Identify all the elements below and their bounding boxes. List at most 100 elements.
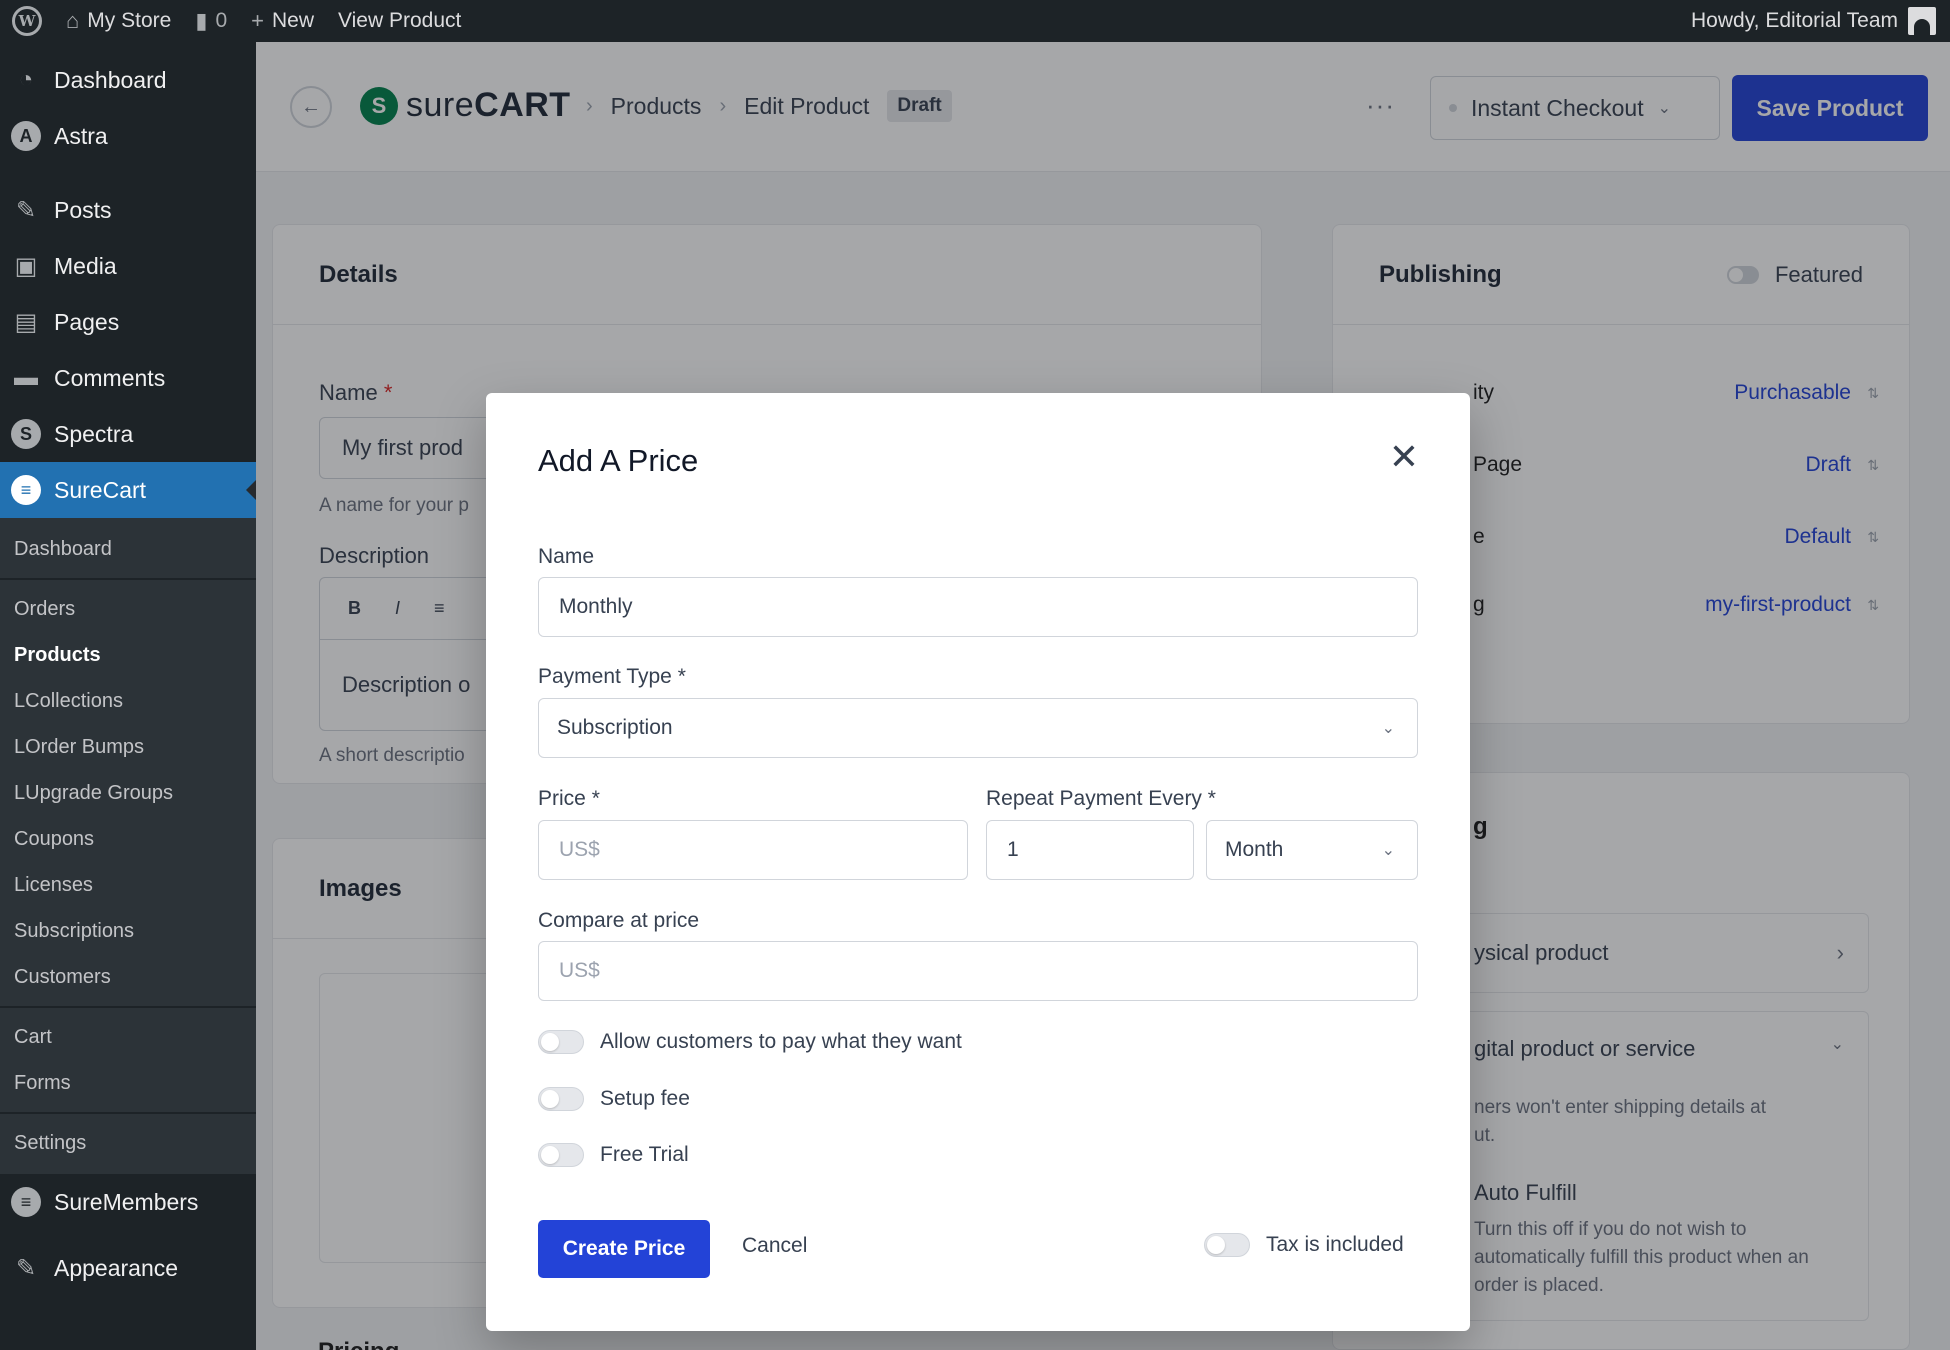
wordpress-icon: W [12,6,42,36]
submenu-coupons[interactable]: Coupons [0,816,256,862]
submenu-collections[interactable]: L Collections [0,678,256,724]
submenu-licenses[interactable]: Licenses [0,862,256,908]
dashboard-icon: ◔ [18,66,34,93]
sidebar-item-pages[interactable]: ▤ Pages [0,294,256,350]
comments-link[interactable]: ▮ 0 [183,0,239,42]
admin-sidebar: ◔ Dashboard A Astra ✎ Posts ▣ Media ▤ Pa… [0,42,256,1350]
site-name-link[interactable]: ⌂ My Store [54,0,183,42]
chevron-down-icon: ⌄ [1381,842,1395,859]
submenu-divider [0,1006,256,1008]
admin-bar: W ⌂ My Store ▮ 0 + New View Product Howd… [0,0,1950,42]
setup-fee-label: Setup fee [600,1087,690,1110]
submenu-customers[interactable]: Customers [0,954,256,1000]
submenu-dashboard[interactable]: Dashboard [0,526,256,572]
price-input[interactable]: US$ [538,820,968,880]
sidebar-item-comments[interactable]: ▬ Comments [0,350,256,406]
repeat-payment-label: Repeat Payment Every * [986,787,1216,811]
wp-logo-menu[interactable]: W [0,0,54,42]
spectra-icon: S [10,418,42,450]
submenu-forms[interactable]: Forms [0,1060,256,1106]
pay-what-you-want-label: Allow customers to pay what they want [600,1030,962,1053]
pin-icon: ✎ [15,196,37,224]
cancel-button[interactable]: Cancel [742,1234,807,1258]
astra-icon: A [10,120,42,152]
submenu-cart[interactable]: Cart [0,1014,256,1060]
avatar [1908,7,1936,35]
sidebar-item-label: Dashboard [54,66,167,93]
sidebar-item-dashboard[interactable]: ◔ Dashboard [0,52,256,108]
repeat-interval-input[interactable]: 1 [986,820,1194,880]
submenu-orders[interactable]: Orders [0,586,256,632]
payment-type-label: Payment Type * [538,665,686,689]
comment-icon: ▬ [14,364,38,391]
submenu-order-bumps[interactable]: L Order Bumps [0,724,256,770]
submenu-label: Order Bumps [25,735,145,758]
sidebar-item-posts[interactable]: ✎ Posts [0,182,256,238]
sidebar-item-label: Posts [54,196,112,223]
required-mark: * [591,787,600,810]
submenu-indent-mark: L [14,781,26,804]
compare-price-input[interactable]: US$ [538,941,1418,1001]
sidebar-item-media[interactable]: ▣ Media [0,238,256,294]
payment-type-select[interactable]: Subscription ⌄ [538,698,1418,758]
price-label: Price * [538,787,600,811]
submenu-settings[interactable]: Settings [0,1120,256,1166]
home-icon: ⌂ [66,8,80,33]
payment-type-label-text: Payment Type [538,665,672,688]
chevron-down-icon: ⌄ [1381,720,1395,737]
tax-included-label: Tax is included [1266,1233,1404,1256]
price-name-label: Name [538,545,595,568]
sidebar-item-label: Comments [54,364,166,391]
sidebar-item-label: SureMembers [54,1188,199,1215]
dialog-title: Add A Price [538,443,699,478]
sidebar-item-astra[interactable]: A Astra [0,108,256,164]
suremembers-icon: ≡ [10,1186,42,1218]
tax-included-row[interactable]: Tax is included [1204,1233,1404,1257]
submenu-divider [0,1112,256,1114]
new-label: New [271,9,314,32]
submenu-products[interactable]: Products [0,632,256,678]
pay-what-you-want-toggle[interactable] [538,1030,584,1054]
sidebar-item-label: SureCart [54,476,147,503]
free-trial-row[interactable]: Free Trial [538,1143,689,1167]
sidebar-item-label: Astra [54,122,108,149]
repeat-payment-label-text: Repeat Payment Every [986,787,1202,810]
close-icon: ✕ [1388,436,1420,477]
surecart-icon: ≡ [10,474,42,506]
view-product-label: View Product [338,9,462,32]
sidebar-item-label: Media [54,252,117,279]
submenu-label: Collections [25,689,123,712]
price-label-text: Price [538,787,586,810]
compare-price-label: Compare at price [538,909,700,932]
pages-icon: ▤ [14,308,38,336]
tax-included-toggle[interactable] [1204,1233,1250,1257]
sidebar-item-spectra[interactable]: S Spectra [0,406,256,462]
payment-type-value: Subscription [557,716,673,739]
close-button[interactable]: ✕ [1384,436,1424,477]
new-content-link[interactable]: + New [239,0,326,42]
pay-what-you-want-row[interactable]: Allow customers to pay what they want [538,1030,962,1054]
sidebar-item-appearance[interactable]: ✎ Appearance [0,1240,256,1296]
view-product-link[interactable]: View Product [326,0,473,42]
free-trial-label: Free Trial [600,1143,689,1166]
price-name-input[interactable]: Monthly [538,577,1418,637]
submenu-indent-mark: L [14,689,26,712]
sidebar-item-label: Pages [54,308,120,335]
create-price-button[interactable]: Create Price [538,1220,710,1278]
account-menu[interactable]: Howdy, Editorial Team [1691,7,1950,35]
free-trial-toggle[interactable] [538,1143,584,1167]
brush-icon: ✎ [15,1254,37,1282]
submenu-upgrade-groups[interactable]: L Upgrade Groups [0,770,256,816]
setup-fee-row[interactable]: Setup fee [538,1087,690,1111]
required-mark: * [1207,787,1216,810]
required-mark: * [677,665,686,688]
repeat-unit-select[interactable]: Month ⌄ [1206,820,1418,880]
sidebar-item-label: Spectra [54,420,134,447]
add-price-dialog: Add A Price ✕ Name Monthly Payment Type … [486,393,1470,1331]
sidebar-item-surecart[interactable]: ≡ SureCart [0,462,256,518]
comment-bubble-icon: ▮ [195,8,208,33]
submenu-label: Upgrade Groups [25,781,173,804]
setup-fee-toggle[interactable] [538,1087,584,1111]
sidebar-item-suremembers[interactable]: ≡ SureMembers [0,1174,256,1230]
submenu-subscriptions[interactable]: Subscriptions [0,908,256,954]
